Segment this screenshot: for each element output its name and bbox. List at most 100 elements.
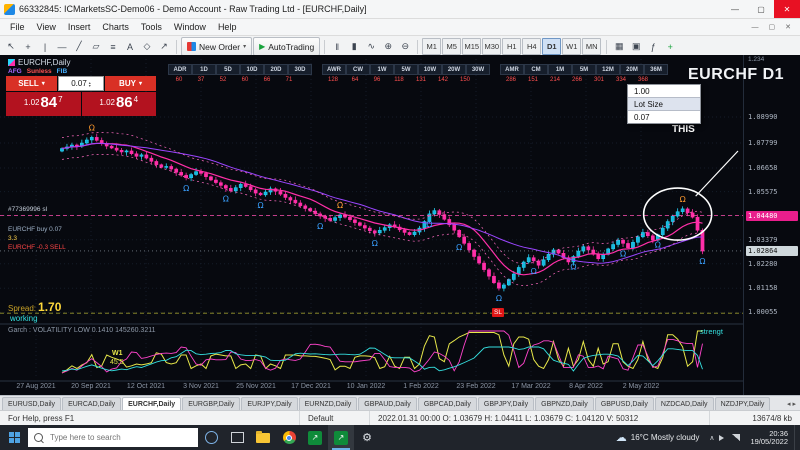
timeframe-m5[interactable]: M5	[442, 38, 461, 55]
maximize-button[interactable]: ▢	[748, 0, 774, 18]
settings-button[interactable]: ⚙	[354, 425, 380, 450]
tab-eurgbp[interactable]: EURGBP,Daily	[182, 397, 240, 410]
network-icon[interactable]	[732, 434, 740, 441]
time-scale[interactable]: 27 Aug 202120 Sep 202112 Oct 20213 Nov 2…	[0, 383, 743, 395]
show-desktop-button[interactable]	[794, 425, 800, 450]
lot-size-input[interactable]: 0.07 ▴▾	[58, 76, 104, 91]
tab-eurchf[interactable]: EURCHF,Daily	[122, 397, 181, 410]
taskbar-weather[interactable]: ☁ 16°C Mostly cloudy	[610, 431, 706, 444]
tab-nzdjpy[interactable]: NZDJPY,Daily	[715, 397, 771, 410]
file-explorer-button[interactable]	[250, 425, 276, 450]
timeframe-d1[interactable]: D1	[542, 38, 561, 55]
tab-eurcad[interactable]: EURCAD,Daily	[62, 397, 121, 410]
lot-size-popup[interactable]: 1.00Lot Size0.07	[627, 84, 701, 124]
cortana-button[interactable]	[198, 425, 224, 450]
menu-charts[interactable]: Charts	[96, 22, 135, 32]
timeframe-m15[interactable]: M15	[462, 38, 481, 55]
range-value: 214	[544, 75, 566, 84]
zoom-in-icon[interactable]: ⊕	[380, 39, 396, 55]
menu-view[interactable]: View	[31, 22, 62, 32]
cursor-icon[interactable]: ↖	[3, 39, 19, 55]
new-order-button[interactable]: New Order ▾	[181, 37, 252, 56]
mt4-terminal-button[interactable]: ↗	[302, 425, 328, 450]
buy-price[interactable]: 1.02 86 4	[82, 92, 157, 116]
sell-price[interactable]: 1.02 84 7	[6, 92, 81, 116]
tray-chevron-icon[interactable]: ∧	[709, 434, 714, 442]
timeframe-mn[interactable]: MN	[582, 38, 601, 55]
volume-icon[interactable]	[719, 435, 727, 441]
tab-gbpjpy[interactable]: GBPJPY,Daily	[478, 397, 534, 410]
timeframe-w1[interactable]: W1	[562, 38, 581, 55]
range-value: 301	[588, 75, 610, 84]
fibonacci-icon[interactable]: ≡	[105, 39, 121, 55]
child-restore-button[interactable]: ▢	[764, 23, 781, 31]
tab-gbpaud[interactable]: GBPAUD,Daily	[358, 397, 417, 410]
trendline-icon[interactable]: ╱	[71, 39, 87, 55]
gear-icon: ⚙	[362, 431, 372, 444]
status-profile[interactable]: Default	[300, 411, 370, 425]
candle-chart-icon[interactable]: ▮	[346, 39, 362, 55]
timeframe-h4[interactable]: H4	[522, 38, 541, 55]
add-chart-icon[interactable]: +	[662, 39, 678, 55]
timeframe-h1[interactable]: H1	[502, 38, 521, 55]
price-scale[interactable]: 1.089901.077991.066581.055751.044801.033…	[743, 55, 800, 395]
arrow-tool-icon[interactable]: ↗	[156, 39, 172, 55]
stop-loss-badge: SL	[492, 308, 504, 317]
range-value: 131	[410, 75, 432, 84]
timeframe-m1[interactable]: M1	[422, 38, 441, 55]
range-value: 266	[566, 75, 588, 84]
search-input[interactable]	[48, 432, 182, 443]
taskbar-search[interactable]	[28, 428, 198, 447]
bar-chart-icon[interactable]: ‖	[329, 39, 345, 55]
channel-icon[interactable]: ▱	[88, 39, 104, 55]
tab-gbpcad[interactable]: GBPCAD,Daily	[418, 397, 477, 410]
svg-text:Ω: Ω	[655, 241, 661, 250]
svg-text:Ω: Ω	[337, 201, 343, 210]
lot-spinner[interactable]: ▴▾	[89, 81, 91, 87]
task-view-button[interactable]	[224, 425, 250, 450]
sell-button[interactable]: SELL▾	[6, 76, 57, 91]
popup-row[interactable]: 0.07	[628, 111, 700, 123]
tab-nzdcad[interactable]: NZDCAD,Daily	[655, 397, 714, 410]
menu-file[interactable]: File	[4, 22, 31, 32]
popup-row[interactable]: Lot Size	[628, 97, 700, 111]
tab-gbpusd[interactable]: GBPUSD,Daily	[595, 397, 654, 410]
cascade-windows-icon[interactable]: ▣	[628, 39, 644, 55]
tab-gbpnzd[interactable]: GBPNZD,Daily	[535, 397, 594, 410]
indicator-label-value: 45.5	[110, 359, 124, 366]
price-axis-label: 1.02280	[748, 260, 778, 268]
autotrading-button[interactable]: ▶ AutoTrading	[253, 37, 320, 56]
timeframe-m30[interactable]: M30	[482, 38, 501, 55]
shapes-icon[interactable]: ◇	[139, 39, 155, 55]
taskbar-clock[interactable]: 20:36 19/05/2022	[744, 430, 794, 446]
system-tray[interactable]: ∧	[705, 434, 744, 442]
menu-tools[interactable]: Tools	[135, 22, 168, 32]
menu-window[interactable]: Window	[168, 22, 212, 32]
line-chart-icon[interactable]: ∿	[363, 39, 379, 55]
mt4-terminal-active-button[interactable]: ↗	[328, 425, 354, 450]
start-button[interactable]	[0, 425, 28, 450]
svg-text:Ω: Ω	[496, 294, 502, 303]
menu-help[interactable]: Help	[212, 22, 243, 32]
text-tool-icon[interactable]: A	[122, 39, 138, 55]
tab-scroll-arrows[interactable]: ◂ ▸	[787, 400, 800, 410]
buy-button[interactable]: BUY▾	[105, 76, 156, 91]
chrome-button[interactable]	[276, 425, 302, 450]
tab-eurjpy[interactable]: EURJPY,Daily	[241, 397, 297, 410]
zoom-out-icon[interactable]: ⊖	[397, 39, 413, 55]
minimize-button[interactable]: —	[722, 0, 748, 18]
horizontal-line-icon[interactable]: ―	[54, 39, 70, 55]
range-value: 66	[256, 75, 278, 84]
close-button[interactable]: ✕	[774, 0, 800, 18]
child-minimize-button[interactable]: —	[747, 24, 764, 31]
indicators-icon[interactable]: ƒ	[645, 39, 661, 55]
tab-eurusd[interactable]: EURUSD,Daily	[2, 397, 61, 410]
tile-windows-icon[interactable]: ▦	[611, 39, 627, 55]
crosshair-icon[interactable]: +	[20, 39, 36, 55]
vertical-line-icon[interactable]: |	[37, 39, 53, 55]
child-close-button[interactable]: ✕	[780, 23, 796, 31]
chart-area[interactable]: ΩΩΩΩΩΩΩΩΩΩΩΩΩΩΩΩ 1.089901.077991.066581.…	[0, 55, 800, 395]
menu-insert[interactable]: Insert	[62, 22, 97, 32]
tab-eurnzd[interactable]: EURNZD,Daily	[299, 397, 358, 410]
popup-row[interactable]: 1.00	[628, 85, 700, 97]
